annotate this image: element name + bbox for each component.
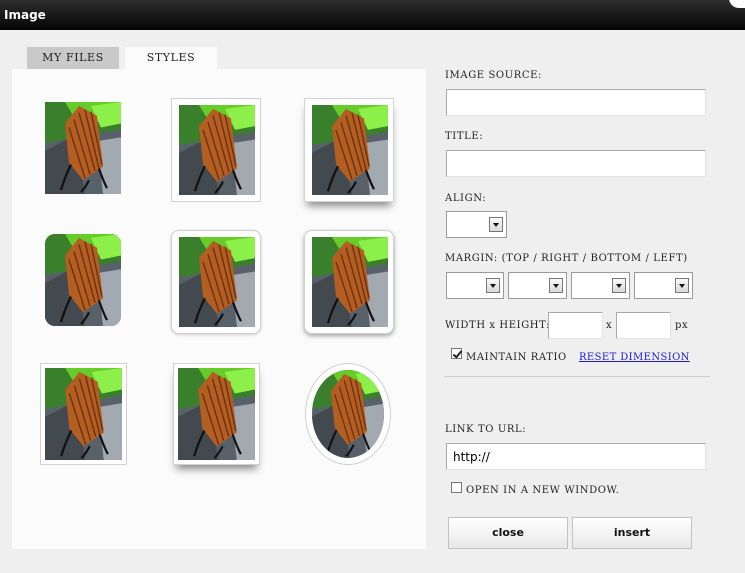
style-thumb-rounded-white-frame[interactable]: [171, 230, 261, 334]
image-source-label: IMAGE SOURCE:: [445, 70, 543, 81]
window-close-icon[interactable]: [729, 0, 745, 8]
margin-right-select[interactable]: [508, 272, 567, 299]
style-thumb-border-bottom-shadow[interactable]: [173, 363, 260, 465]
maintain-ratio-checkbox[interactable]: [451, 348, 462, 359]
chevron-down-icon[interactable]: [675, 278, 689, 293]
chevron-down-icon[interactable]: [549, 278, 563, 293]
size-label: WIDTH x HEIGHT:: [445, 320, 550, 331]
insert-button[interactable]: insert: [572, 517, 692, 549]
size-unit: px: [675, 320, 689, 331]
new-window-checkbox[interactable]: [451, 482, 462, 493]
title-input[interactable]: [446, 150, 706, 177]
style-thumb-rounded-frame-shadow[interactable]: [304, 230, 394, 334]
image-source-input[interactable]: [446, 89, 706, 116]
chevron-down-icon[interactable]: [612, 278, 626, 293]
new-window-label: OPEN IN A NEW WINDOW.: [466, 485, 620, 496]
window-title: Image: [4, 8, 46, 22]
chevron-down-icon[interactable]: [486, 278, 500, 293]
maintain-ratio-label: MAINTAIN RATIO: [466, 352, 567, 363]
link-url-label: LINK TO URL:: [445, 424, 527, 435]
style-thumb-plain[interactable]: [45, 102, 121, 194]
style-thumb-rounded-corners[interactable]: [45, 234, 121, 326]
style-thumb-white-frame[interactable]: [171, 98, 261, 202]
divider: [444, 376, 710, 377]
close-button[interactable]: close: [448, 517, 568, 549]
margin-bottom-select[interactable]: [571, 272, 630, 299]
tab-styles[interactable]: STYLES: [125, 47, 217, 69]
height-input[interactable]: [616, 312, 671, 339]
margin-label: MARGIN: (TOP / RIGHT / BOTTOM / LEFT): [445, 253, 688, 264]
style-thumb-thin-border[interactable]: [40, 363, 127, 465]
window-titlebar: Image: [0, 0, 745, 30]
width-input[interactable]: [548, 312, 603, 339]
chevron-down-icon[interactable]: [489, 217, 503, 232]
style-thumb-frame-bottom-shadow[interactable]: [304, 98, 394, 202]
align-select[interactable]: [446, 211, 507, 238]
link-url-input[interactable]: [446, 443, 706, 470]
reset-dimension-link[interactable]: RESET DIMENSION: [579, 352, 690, 363]
style-thumb-oval-frame[interactable]: [305, 363, 391, 465]
margin-top-select[interactable]: [446, 272, 504, 299]
margin-left-select[interactable]: [634, 272, 693, 299]
title-label: TITLE:: [445, 131, 484, 142]
size-separator: x: [606, 320, 613, 331]
tab-my-files[interactable]: MY FILES: [27, 47, 119, 69]
align-label: ALIGN:: [445, 193, 487, 204]
